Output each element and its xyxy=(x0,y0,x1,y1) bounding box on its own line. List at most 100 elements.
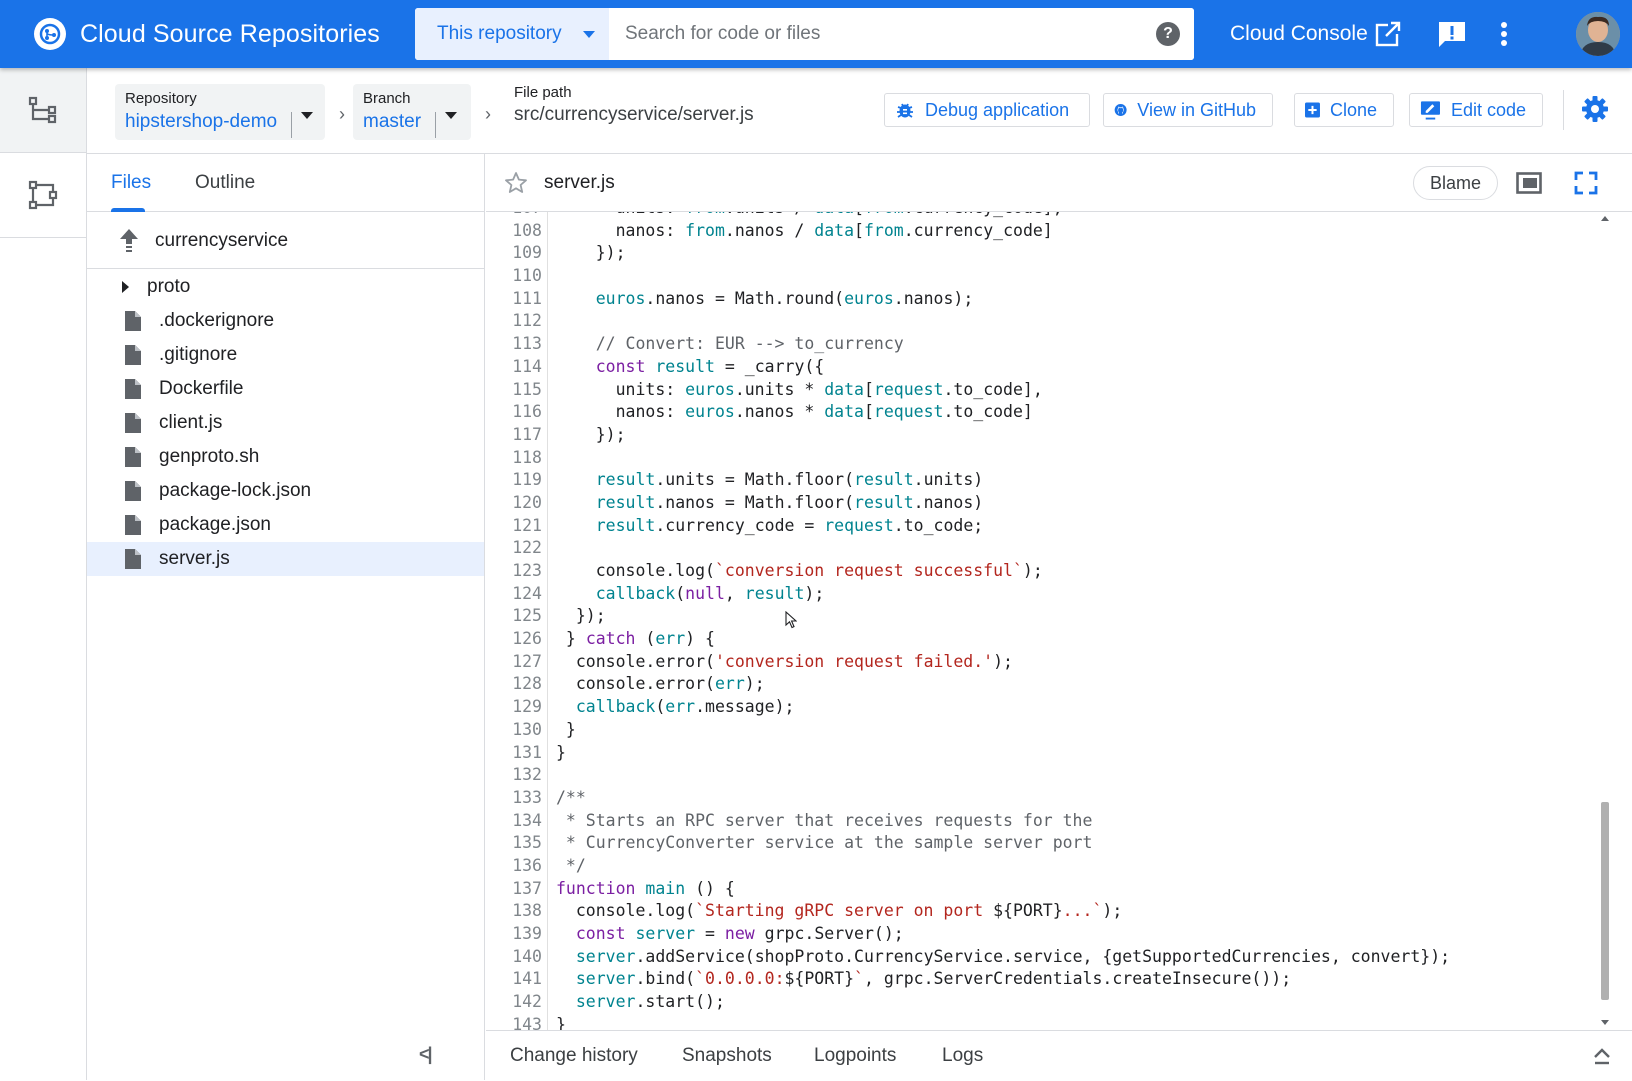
tab-outline[interactable]: Outline xyxy=(195,154,255,212)
tree-item-folder[interactable]: proto xyxy=(87,270,484,304)
line-number[interactable]: 109 xyxy=(486,242,542,265)
cloud-source-repositories-logo-icon[interactable] xyxy=(34,18,66,50)
line-number[interactable]: 120 xyxy=(486,492,542,515)
scroll-down-icon[interactable] xyxy=(1601,1020,1609,1025)
code-text: } catch (err) { xyxy=(556,629,715,649)
line-number[interactable]: 127 xyxy=(486,651,542,674)
parent-directory-row[interactable]: currencyservice xyxy=(87,213,484,269)
line-number[interactable]: 141 xyxy=(486,968,542,991)
avatar[interactable] xyxy=(1576,12,1620,56)
feedback-icon[interactable] xyxy=(1437,20,1467,48)
line-number[interactable]: 117 xyxy=(486,424,542,447)
file-icon xyxy=(119,549,147,569)
code-editor[interactable]: 107 units: from.units / data[from.curren… xyxy=(486,212,1632,1030)
line-number[interactable]: 131 xyxy=(486,742,542,765)
tree-item-file[interactable]: genproto.sh xyxy=(87,440,484,474)
line-number[interactable]: 110 xyxy=(486,265,542,288)
code-text: callback(err.message); xyxy=(575,697,795,717)
tree-item-file[interactable]: Dockerfile xyxy=(87,372,484,406)
scroll-up-icon[interactable] xyxy=(1601,216,1609,221)
line-number[interactable]: 136 xyxy=(486,855,542,878)
tree-item-file[interactable]: client.js xyxy=(87,406,484,440)
tree-item-label: proto xyxy=(147,276,191,297)
search-scope-dropdown[interactable]: This repository xyxy=(415,8,609,60)
line-number[interactable]: 118 xyxy=(486,447,542,470)
line-number[interactable]: 124 xyxy=(486,583,542,606)
line-number[interactable]: 122 xyxy=(486,537,542,560)
view-in-github-button[interactable]: View in GitHub xyxy=(1103,93,1273,127)
code-text: * CurrencyConverter service at the sampl… xyxy=(556,833,1093,853)
line-number[interactable]: 114 xyxy=(486,356,542,379)
edit-code-button[interactable]: Edit code xyxy=(1409,93,1543,127)
line-number[interactable]: 119 xyxy=(486,469,542,492)
repository-selector[interactable]: Repository hipstershop-demo xyxy=(115,84,325,140)
line-number[interactable]: 129 xyxy=(486,696,542,719)
tree-item-file[interactable]: .gitignore xyxy=(87,338,484,372)
blame-button[interactable]: Blame xyxy=(1413,166,1499,200)
tab-logpoints[interactable]: Logpoints xyxy=(814,1031,896,1081)
line-number[interactable]: 111 xyxy=(486,288,542,311)
tree-item-file[interactable]: package-lock.json xyxy=(87,474,484,508)
line-number[interactable]: 125 xyxy=(486,605,542,628)
clone-button[interactable]: Clone xyxy=(1294,93,1394,127)
code-text: console.error('conversion request failed… xyxy=(556,651,1013,671)
expand-less-icon[interactable] xyxy=(1592,1047,1612,1065)
line-number[interactable]: 142 xyxy=(486,991,542,1014)
line-number[interactable]: 140 xyxy=(486,946,542,969)
code-line: 128 console.error(err); xyxy=(486,673,1606,696)
line-number[interactable]: 134 xyxy=(486,810,542,833)
tab-logs[interactable]: Logs xyxy=(942,1031,983,1081)
collapse-panel-icon[interactable]: <| xyxy=(419,1044,432,1065)
line-number[interactable]: 135 xyxy=(486,832,542,855)
cloud-console-link[interactable]: Cloud Console xyxy=(1230,0,1402,68)
line-number[interactable]: 138 xyxy=(486,900,542,923)
code-line: 116 nanos: euros.nanos * data[request.to… xyxy=(486,401,1606,424)
line-number[interactable]: 112 xyxy=(486,310,542,333)
line-number[interactable]: 130 xyxy=(486,719,542,742)
line-number[interactable]: 128 xyxy=(486,673,542,696)
code-line: 109 }); xyxy=(486,242,1606,265)
line-number[interactable]: 108 xyxy=(486,220,542,243)
code-line: 138 console.log(`Starting gRPC server on… xyxy=(486,900,1606,923)
line-number[interactable]: 113 xyxy=(486,333,542,356)
line-number[interactable]: 137 xyxy=(486,878,542,901)
more-vert-icon[interactable] xyxy=(1500,20,1508,48)
help-icon[interactable]: ? xyxy=(1156,22,1180,46)
code-text: console.log(`conversion request successf… xyxy=(556,561,1043,580)
view-agenda-icon[interactable] xyxy=(1516,172,1542,194)
line-number[interactable]: 107 xyxy=(486,212,542,220)
open-in-new-icon xyxy=(1375,21,1401,47)
fullscreen-icon[interactable] xyxy=(1574,171,1598,195)
tree-item-file-selected[interactable]: server.js xyxy=(87,542,484,576)
tab-snapshots[interactable]: Snapshots xyxy=(682,1031,772,1081)
scrollbar-thumb[interactable] xyxy=(1601,802,1609,1000)
line-number[interactable]: 143 xyxy=(486,1014,542,1030)
line-number[interactable]: 139 xyxy=(486,923,542,946)
debug-application-button[interactable]: Debug application xyxy=(884,93,1090,127)
branch-selector[interactable]: Branch master xyxy=(353,84,471,140)
star-outline-icon[interactable] xyxy=(504,171,528,195)
line-number[interactable]: 115 xyxy=(486,379,542,402)
editor-scrollbar[interactable] xyxy=(1598,212,1612,1030)
search-input[interactable] xyxy=(609,8,1194,60)
rail-item-repository-tree[interactable] xyxy=(0,68,86,153)
filepath-value[interactable]: src/currencyservice/server.js xyxy=(514,104,754,126)
line-number[interactable]: 116 xyxy=(486,401,542,424)
line-number[interactable]: 133 xyxy=(486,787,542,810)
chevron-right-icon: › xyxy=(485,104,491,124)
tree-item-file[interactable]: package.json xyxy=(87,508,484,542)
line-number[interactable]: 126 xyxy=(486,628,542,651)
tab-files[interactable]: Files xyxy=(111,154,151,212)
code-text: server.addService(shopProto.CurrencyServ… xyxy=(575,946,1451,966)
tab-change-history[interactable]: Change history xyxy=(510,1031,638,1081)
bottom-tab-bar: Change history Snapshots Logpoints Logs xyxy=(486,1030,1632,1080)
code-text: units: euros.units * data[request.to_cod… xyxy=(556,379,1043,399)
line-number[interactable]: 132 xyxy=(486,764,542,787)
rail-item-source-repo[interactable] xyxy=(0,153,86,238)
line-number[interactable]: 123 xyxy=(486,560,542,583)
line-number[interactable]: 121 xyxy=(486,515,542,538)
app-title[interactable]: Cloud Source Repositories xyxy=(80,0,380,68)
gear-icon[interactable] xyxy=(1581,95,1609,123)
breadcrumb: Repository hipstershop-demo › Branch mas… xyxy=(87,68,1632,154)
tree-item-file[interactable]: .dockerignore xyxy=(87,304,484,338)
